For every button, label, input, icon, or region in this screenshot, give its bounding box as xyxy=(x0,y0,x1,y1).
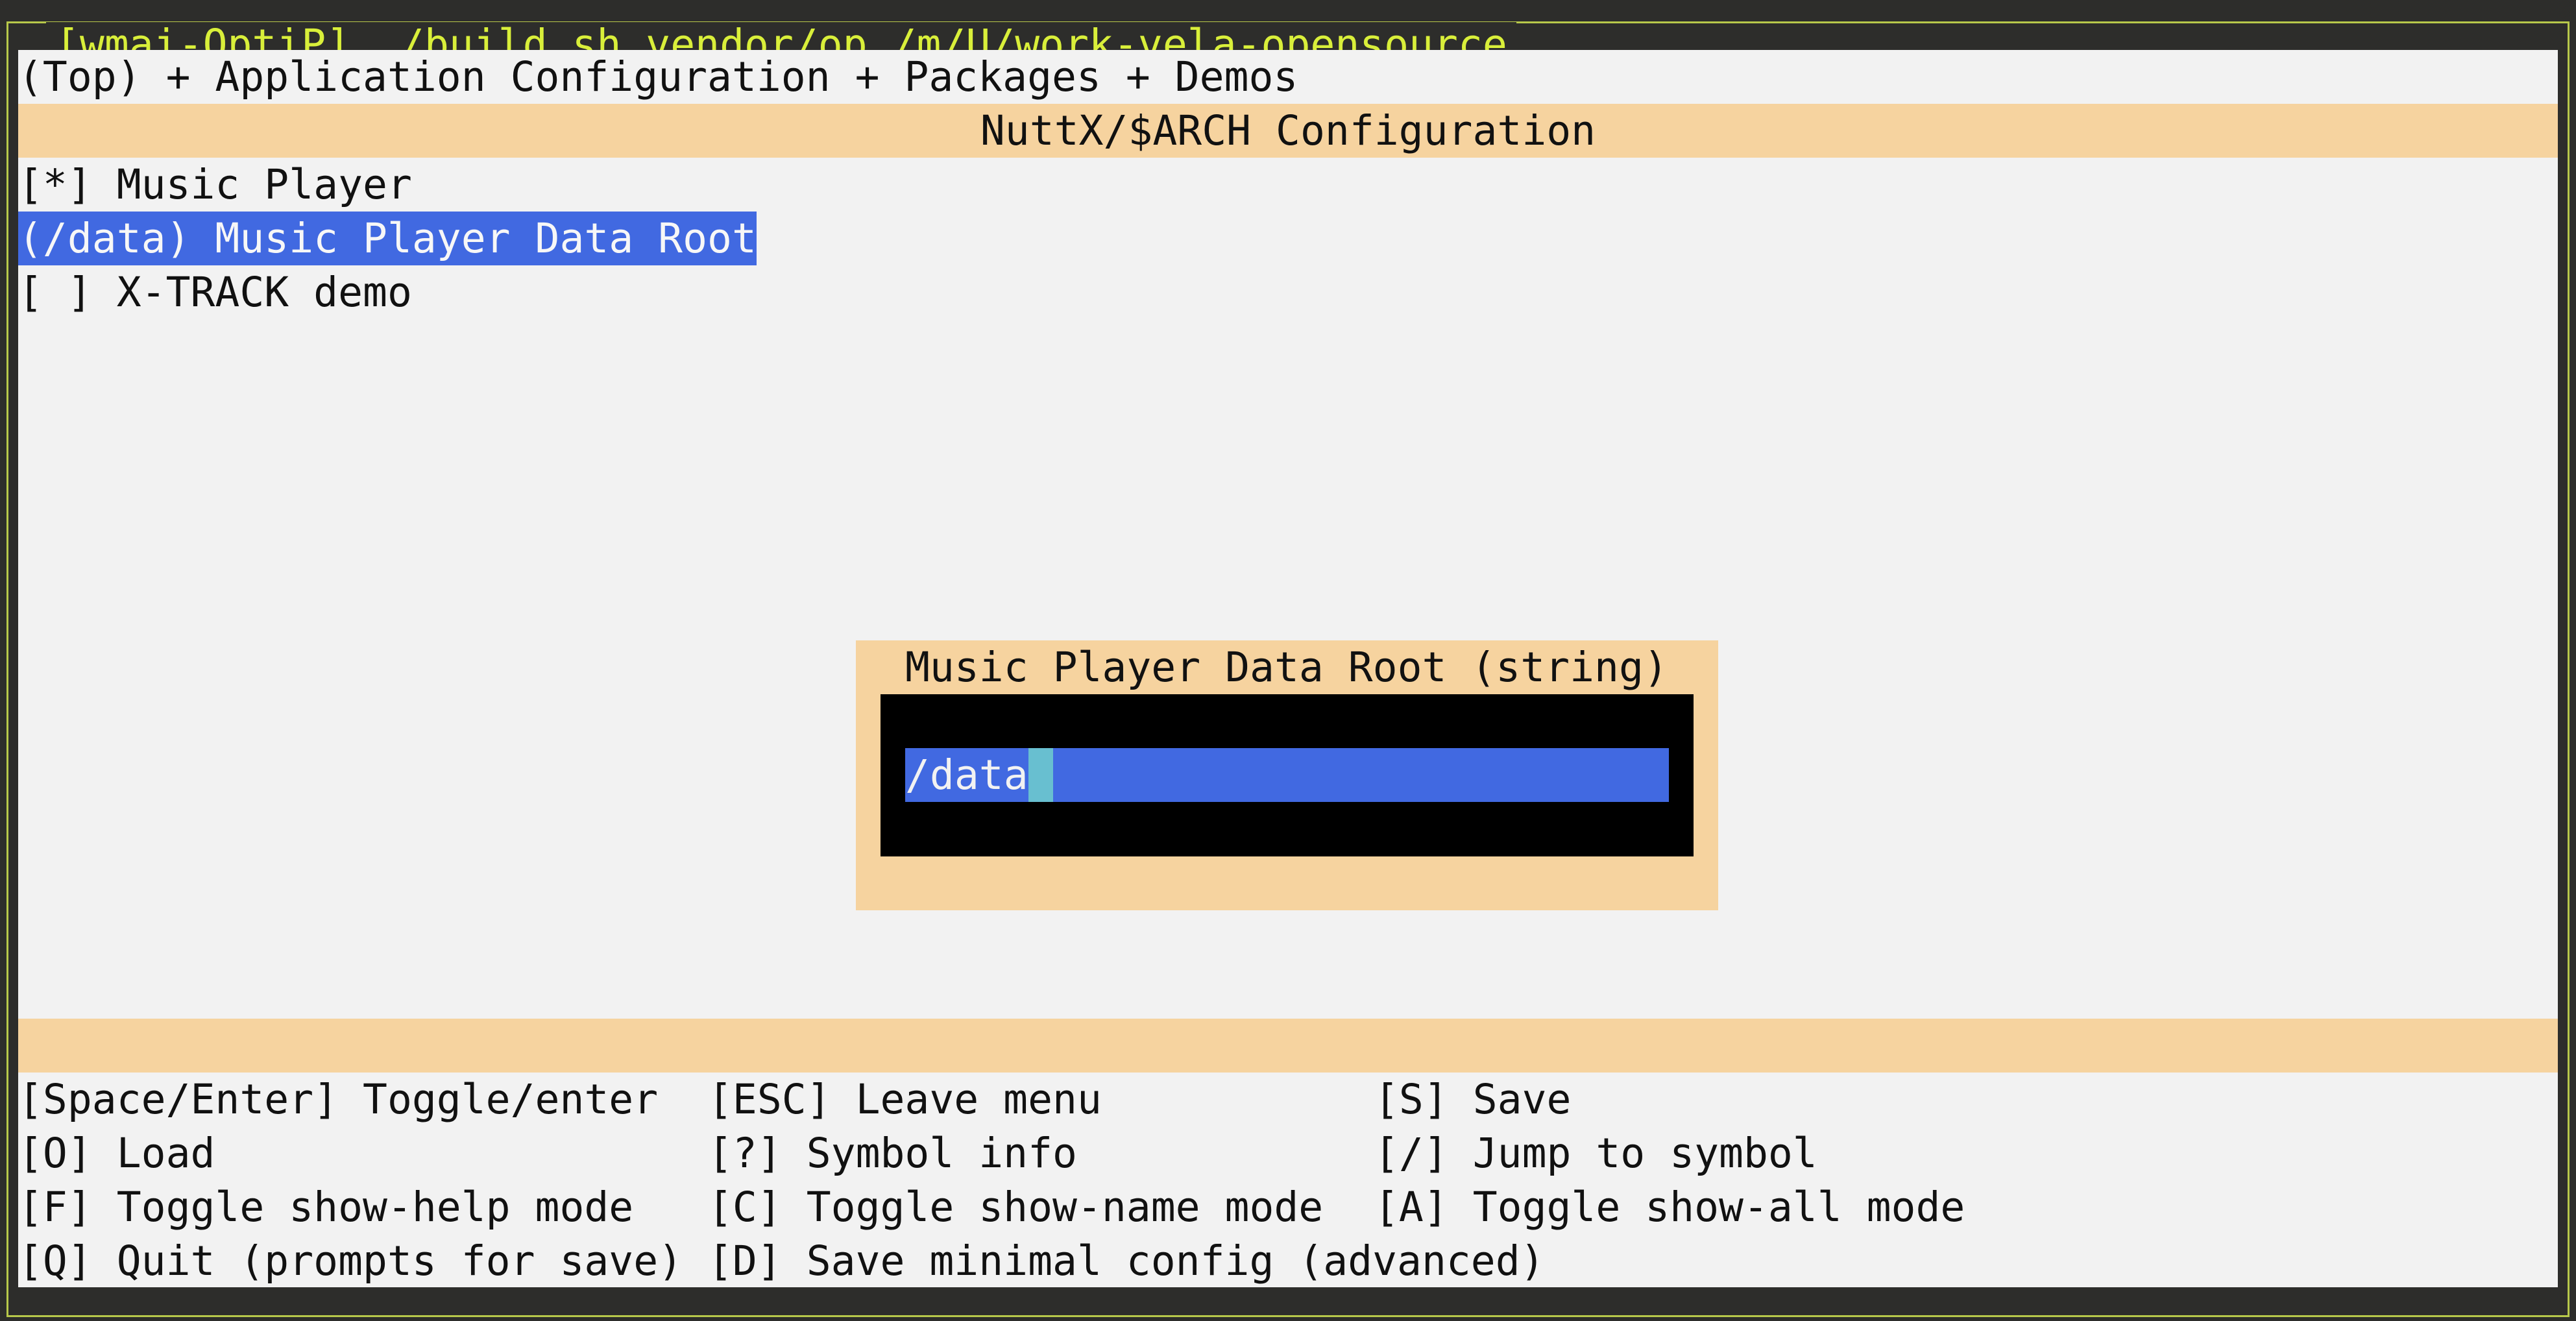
help-quit: [Q] Quit (prompts for save) xyxy=(18,1237,683,1285)
text-cursor xyxy=(1028,748,1053,802)
config-title: NuttX/$ARCH Configuration xyxy=(980,107,1596,154)
menu-item-x-track-demo[interactable]: [ ] X-TRACK demo xyxy=(18,265,412,319)
help-show-name-mode: [C] Toggle show-name mode xyxy=(708,1183,1324,1231)
menuconfig-screen: (Top) + Application Configuration + Pack… xyxy=(18,50,2558,1287)
key-help: [Space/Enter] Toggle/enter [ESC] Leave m… xyxy=(18,1073,2558,1287)
menu-item-music-player-data-root[interactable]: (/data) Music Player Data Root xyxy=(18,212,757,265)
help-save-minimal-config: [D] Save minimal config (advanced) xyxy=(708,1237,1545,1285)
help-toggle-enter: [Space/Enter] Toggle/enter xyxy=(18,1076,659,1123)
help-jump-to-symbol: [/] Jump to symbol xyxy=(1374,1130,1817,1177)
config-title-band: NuttX/$ARCH Configuration xyxy=(18,104,2558,158)
breadcrumb: (Top) + Application Configuration + Pack… xyxy=(18,53,1298,101)
help-show-help-mode: [F] Toggle show-help mode xyxy=(18,1183,634,1231)
help-save: [S] Save xyxy=(1374,1076,1572,1123)
status-band xyxy=(18,1019,2558,1073)
menu-list: [*] Music Player (/data) Music Player Da… xyxy=(18,158,2558,1021)
menu-item-music-player[interactable]: [*] Music Player xyxy=(18,158,412,212)
help-symbol-info: [?] Symbol info xyxy=(708,1130,1077,1177)
help-leave-menu: [ESC] Leave menu xyxy=(708,1076,1102,1123)
data-root-input[interactable]: /data xyxy=(905,748,1669,802)
string-input-dialog: Music Player Data Root (string) /data xyxy=(856,640,1718,910)
help-load: [O] Load xyxy=(18,1130,215,1177)
dialog-title: Music Player Data Root (string) xyxy=(905,644,1668,691)
help-show-all-mode: [A] Toggle show-all mode xyxy=(1374,1183,1965,1231)
data-root-input-value: /data xyxy=(905,751,1028,799)
dialog-input-panel: /data xyxy=(881,694,1694,856)
